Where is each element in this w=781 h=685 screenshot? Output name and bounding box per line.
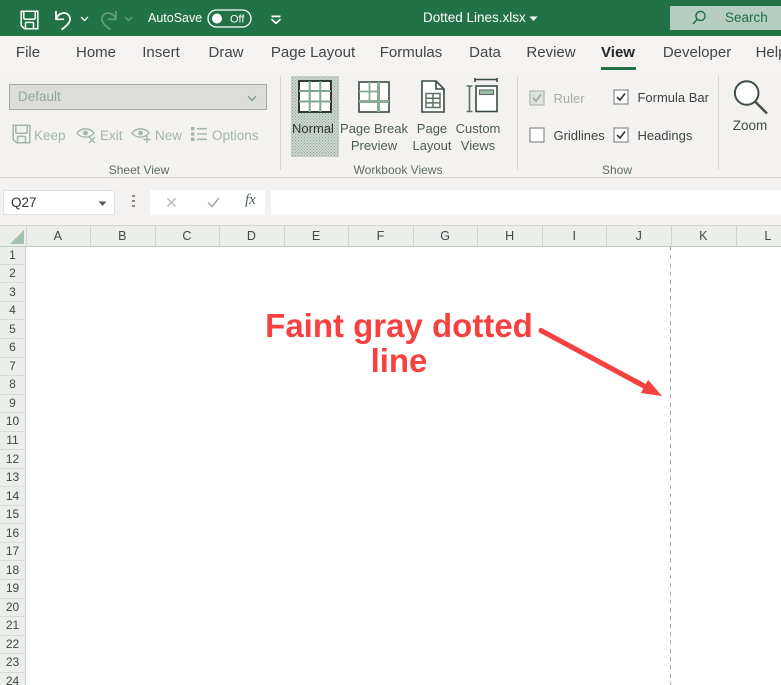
svg-text:Off: Off — [230, 14, 245, 26]
